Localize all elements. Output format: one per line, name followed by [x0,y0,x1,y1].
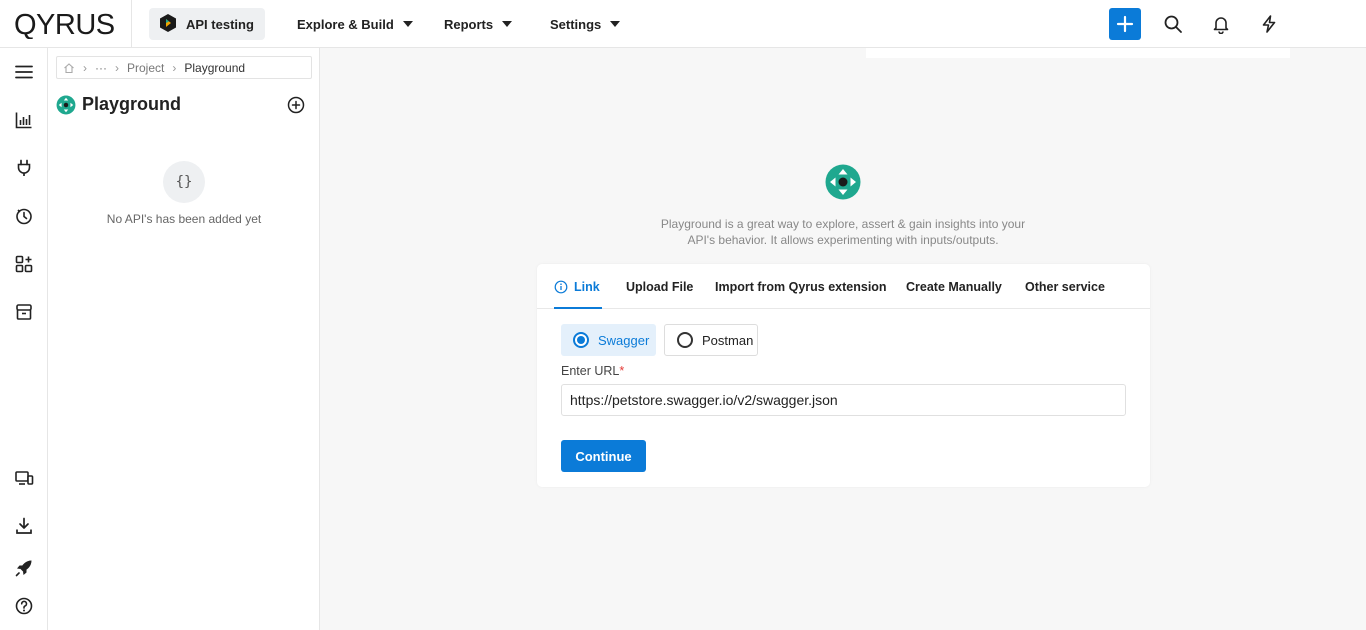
nav-reports-label: Reports [444,16,494,32]
chevron-right-icon: › [83,60,87,75]
chevron-down-icon [610,21,621,27]
add-api-button[interactable] [286,95,306,115]
description-line-2: API's behavior. It allows experimenting … [687,233,999,247]
tab-import-extension-label: Import from Qyrus extension [715,279,887,294]
rail-launch[interactable] [12,556,36,580]
logo-divider [131,0,132,48]
playground-description: Playground is a great way to explore, as… [630,216,1056,248]
nav-reports[interactable]: Reports [444,0,513,48]
source-postman-radio[interactable]: Postman [664,324,758,356]
topbar-extension [866,48,1290,58]
tab-link-label: Link [574,279,600,294]
nav-settings-label: Settings [550,16,602,32]
radio-unselected-icon [677,332,693,348]
braces-icon: {} [163,161,205,203]
left-rail [0,48,48,630]
api-hex-icon [158,13,178,36]
analytics-icon [15,112,32,129]
info-icon [554,280,568,293]
rail-analytics[interactable] [12,108,36,132]
plus-icon [1116,15,1134,33]
description-line-1: Playground is a great way to explore, as… [660,217,1026,231]
menu-icon [15,65,33,79]
playground-hero-icon [825,164,861,200]
product-switcher[interactable]: API testing [149,8,265,40]
home-icon[interactable] [63,62,75,74]
url-label-text: Enter URL [561,364,620,378]
chevron-right-icon: › [172,60,177,75]
source-swagger-label: Swagger [598,332,650,348]
panel-title-text: Playground [82,94,182,114]
chevron-right-icon: › [115,60,119,75]
rail-help[interactable] [12,594,36,618]
plug-icon [17,159,31,176]
nav-settings[interactable]: Settings [550,0,621,48]
qyrus-logo-mark: QYRUS [14,9,115,39]
continue-button[interactable]: Continue [561,440,646,472]
notifications-button[interactable] [1205,8,1237,40]
svg-text:QYRUS: QYRUS [14,9,115,39]
breadcrumb: › ··· › Project › Playground [56,56,312,79]
tab-import-extension[interactable]: Import from Qyrus extension [715,264,887,309]
radio-selected-icon [573,332,589,348]
breadcrumb-ellipsis[interactable]: ··· [95,61,107,75]
tab-create-manually[interactable]: Create Manually [906,264,1002,309]
required-mark: * [619,364,625,378]
chevron-down-icon [402,21,413,27]
tab-create-manually-label: Create Manually [906,279,1002,294]
empty-state-text: No API's has been added yet [106,212,262,226]
product-name: API testing [186,16,254,32]
tab-other-service-label: Other service [1025,279,1105,294]
rail-download[interactable] [12,514,36,538]
bell-icon [1213,17,1229,34]
rail-menu[interactable] [12,60,36,84]
tab-link[interactable]: Link [554,264,602,309]
qyrus-logo[interactable]: QYRUS [14,6,118,42]
source-postman-label: Postman [702,332,754,348]
url-input[interactable] [561,384,1126,416]
lightning-icon [1262,15,1276,33]
rail-integrations[interactable] [12,156,36,180]
rail-devices[interactable] [12,466,36,490]
import-card: Link Upload File Import from Qyrus exten… [537,264,1150,487]
source-swagger-radio[interactable]: Swagger [561,324,656,356]
rail-apps[interactable] [12,252,36,276]
chevron-down-icon [502,21,513,27]
playground-logo-icon [56,95,76,114]
quick-actions-button[interactable] [1253,8,1285,40]
url-field-label: Enter URL* [561,364,624,378]
rail-history[interactable] [12,204,36,228]
panel-title: Playground [56,94,181,115]
breadcrumb-project[interactable]: Project [127,61,164,75]
history-icon [16,208,32,225]
devices-icon [15,471,34,485]
search-button[interactable] [1157,8,1189,40]
search-icon [1164,15,1182,33]
tab-upload-file[interactable]: Upload File [626,264,693,309]
add-apps-icon [15,255,33,273]
tab-upload-file-label: Upload File [626,279,694,294]
nav-explore-build[interactable]: Explore & Build [297,0,413,48]
nav-explore-build-label: Explore & Build [297,16,394,32]
top-bar: QYRUS API testing Explore & Build Report… [0,0,1366,48]
breadcrumb-playground: Playground [184,60,246,75]
add-circle-icon [287,96,305,114]
tab-other-service[interactable]: Other service [1025,264,1105,309]
storage-icon [16,304,32,320]
rail-storage[interactable] [12,300,36,324]
rocket-icon [15,560,32,577]
help-icon [15,597,33,615]
download-icon [16,517,32,534]
create-button[interactable] [1109,8,1141,40]
import-tabs: Link Upload File Import from Qyrus exten… [537,264,1150,309]
playground-panel: › ··· › Project › Playground Playground … [48,48,320,630]
